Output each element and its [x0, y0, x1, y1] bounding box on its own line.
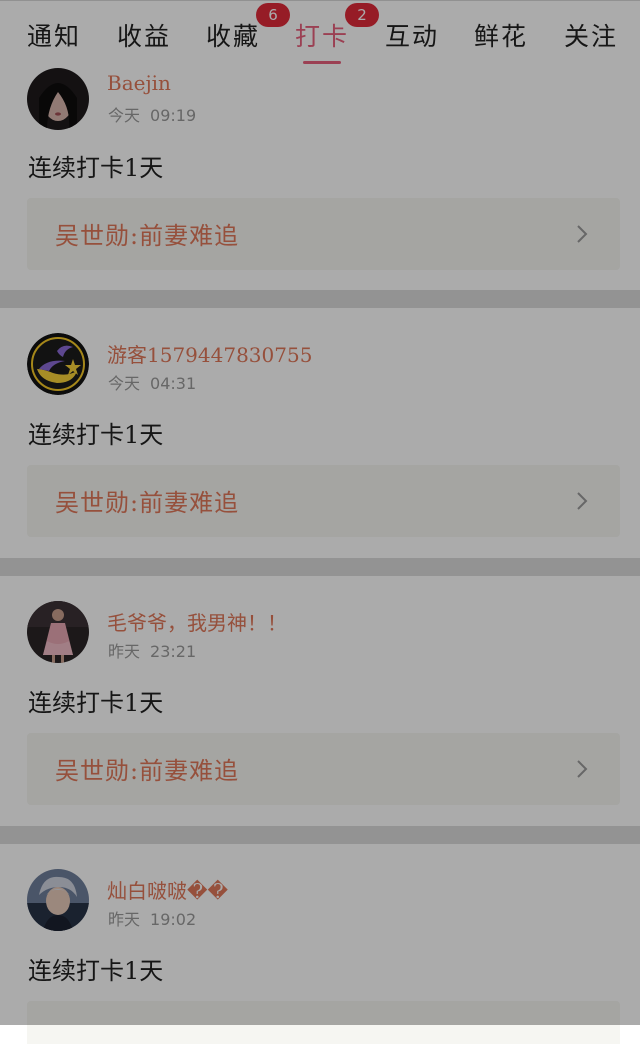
checkin-post: Baejin 今天 09:19 连续打卡1天 吴世勋:前妻难追: [0, 68, 640, 290]
post-day: 昨天: [108, 642, 141, 661]
post-day: 昨天: [108, 910, 141, 929]
username[interactable]: 毛爷爷，我男神！！: [107, 607, 287, 636]
user-avatar[interactable]: [27, 601, 89, 663]
username[interactable]: 灿白啵啵��: [107, 875, 228, 904]
book-title: 吴世勋:前妻难追: [55, 489, 240, 517]
checkin-text: 连续打卡1天: [28, 421, 164, 449]
favorites-count-badge: 6: [256, 3, 290, 27]
user-avatar[interactable]: [27, 869, 89, 931]
tab-following[interactable]: 关注: [564, 17, 618, 57]
username[interactable]: Baejin: [107, 71, 171, 95]
tab-label: 收益: [117, 22, 172, 51]
book-title: 吴世勋:前妻难追: [55, 757, 240, 785]
book-link[interactable]: 吴世勋:前妻难追: [27, 733, 620, 805]
checkin-text: 连续打卡1天: [28, 154, 164, 182]
tab-earnings[interactable]: 收益: [117, 17, 171, 57]
active-tab-indicator: [303, 61, 342, 64]
book-link[interactable]: 吴世勋:前妻难追: [27, 198, 620, 270]
chevron-right-icon: [577, 225, 588, 243]
checkin-post: 游客1579447830755 今天 04:31 连续打卡1天 吴世勋:前妻难追: [0, 308, 640, 558]
post-time: 今天 09:19: [108, 102, 196, 126]
tab-label: 收藏: [206, 22, 261, 51]
tab-flowers[interactable]: 鲜花: [474, 17, 528, 57]
tab-bar: 通知 收益 收藏 6 打卡 2 互动 鲜花 关注: [0, 0, 640, 69]
post-time: 昨天 19:02: [108, 906, 196, 930]
post-time: 昨天 23:21: [108, 638, 196, 662]
tab-label: 互动: [385, 22, 440, 51]
post-clock: 19:02: [150, 910, 197, 929]
user-avatar[interactable]: [27, 68, 89, 130]
checkin-text: 连续打卡1天: [28, 689, 164, 717]
tab-label: 关注: [564, 22, 619, 51]
user-avatar[interactable]: [27, 333, 89, 395]
book-link[interactable]: 吴世勋:前妻难追: [27, 465, 620, 537]
post-day: 今天: [108, 374, 141, 393]
post-clock: 09:19: [150, 106, 197, 125]
post-time: 今天 04:31: [108, 370, 196, 394]
checkin-post: 毛爷爷，我男神！！ 昨天 23:21 连续打卡1天 吴世勋:前妻难追: [0, 576, 640, 826]
username[interactable]: 游客1579447830755: [107, 339, 312, 368]
tab-label: 鲜花: [474, 22, 529, 51]
checkin-count-badge: 2: [345, 3, 379, 27]
tab-label: 打卡: [295, 22, 350, 51]
chevron-right-icon: [577, 492, 588, 510]
tab-interactions[interactable]: 互动: [385, 17, 439, 57]
book-title: 吴世勋:前妻难追: [55, 222, 240, 250]
tab-notifications[interactable]: 通知: [27, 17, 81, 57]
chevron-right-icon: [577, 760, 588, 778]
book-link[interactable]: [27, 1001, 620, 1044]
checkin-text: 连续打卡1天: [28, 957, 164, 985]
post-clock: 04:31: [150, 374, 197, 393]
tab-checkin[interactable]: 打卡 2: [295, 3, 379, 64]
tab-label: 通知: [27, 22, 82, 51]
tab-favorites[interactable]: 收藏 6: [206, 3, 290, 57]
checkin-post: 灿白啵啵�� 昨天 19:02 连续打卡1天: [0, 844, 640, 1044]
post-day: 今天: [108, 106, 141, 125]
post-clock: 23:21: [150, 642, 197, 661]
